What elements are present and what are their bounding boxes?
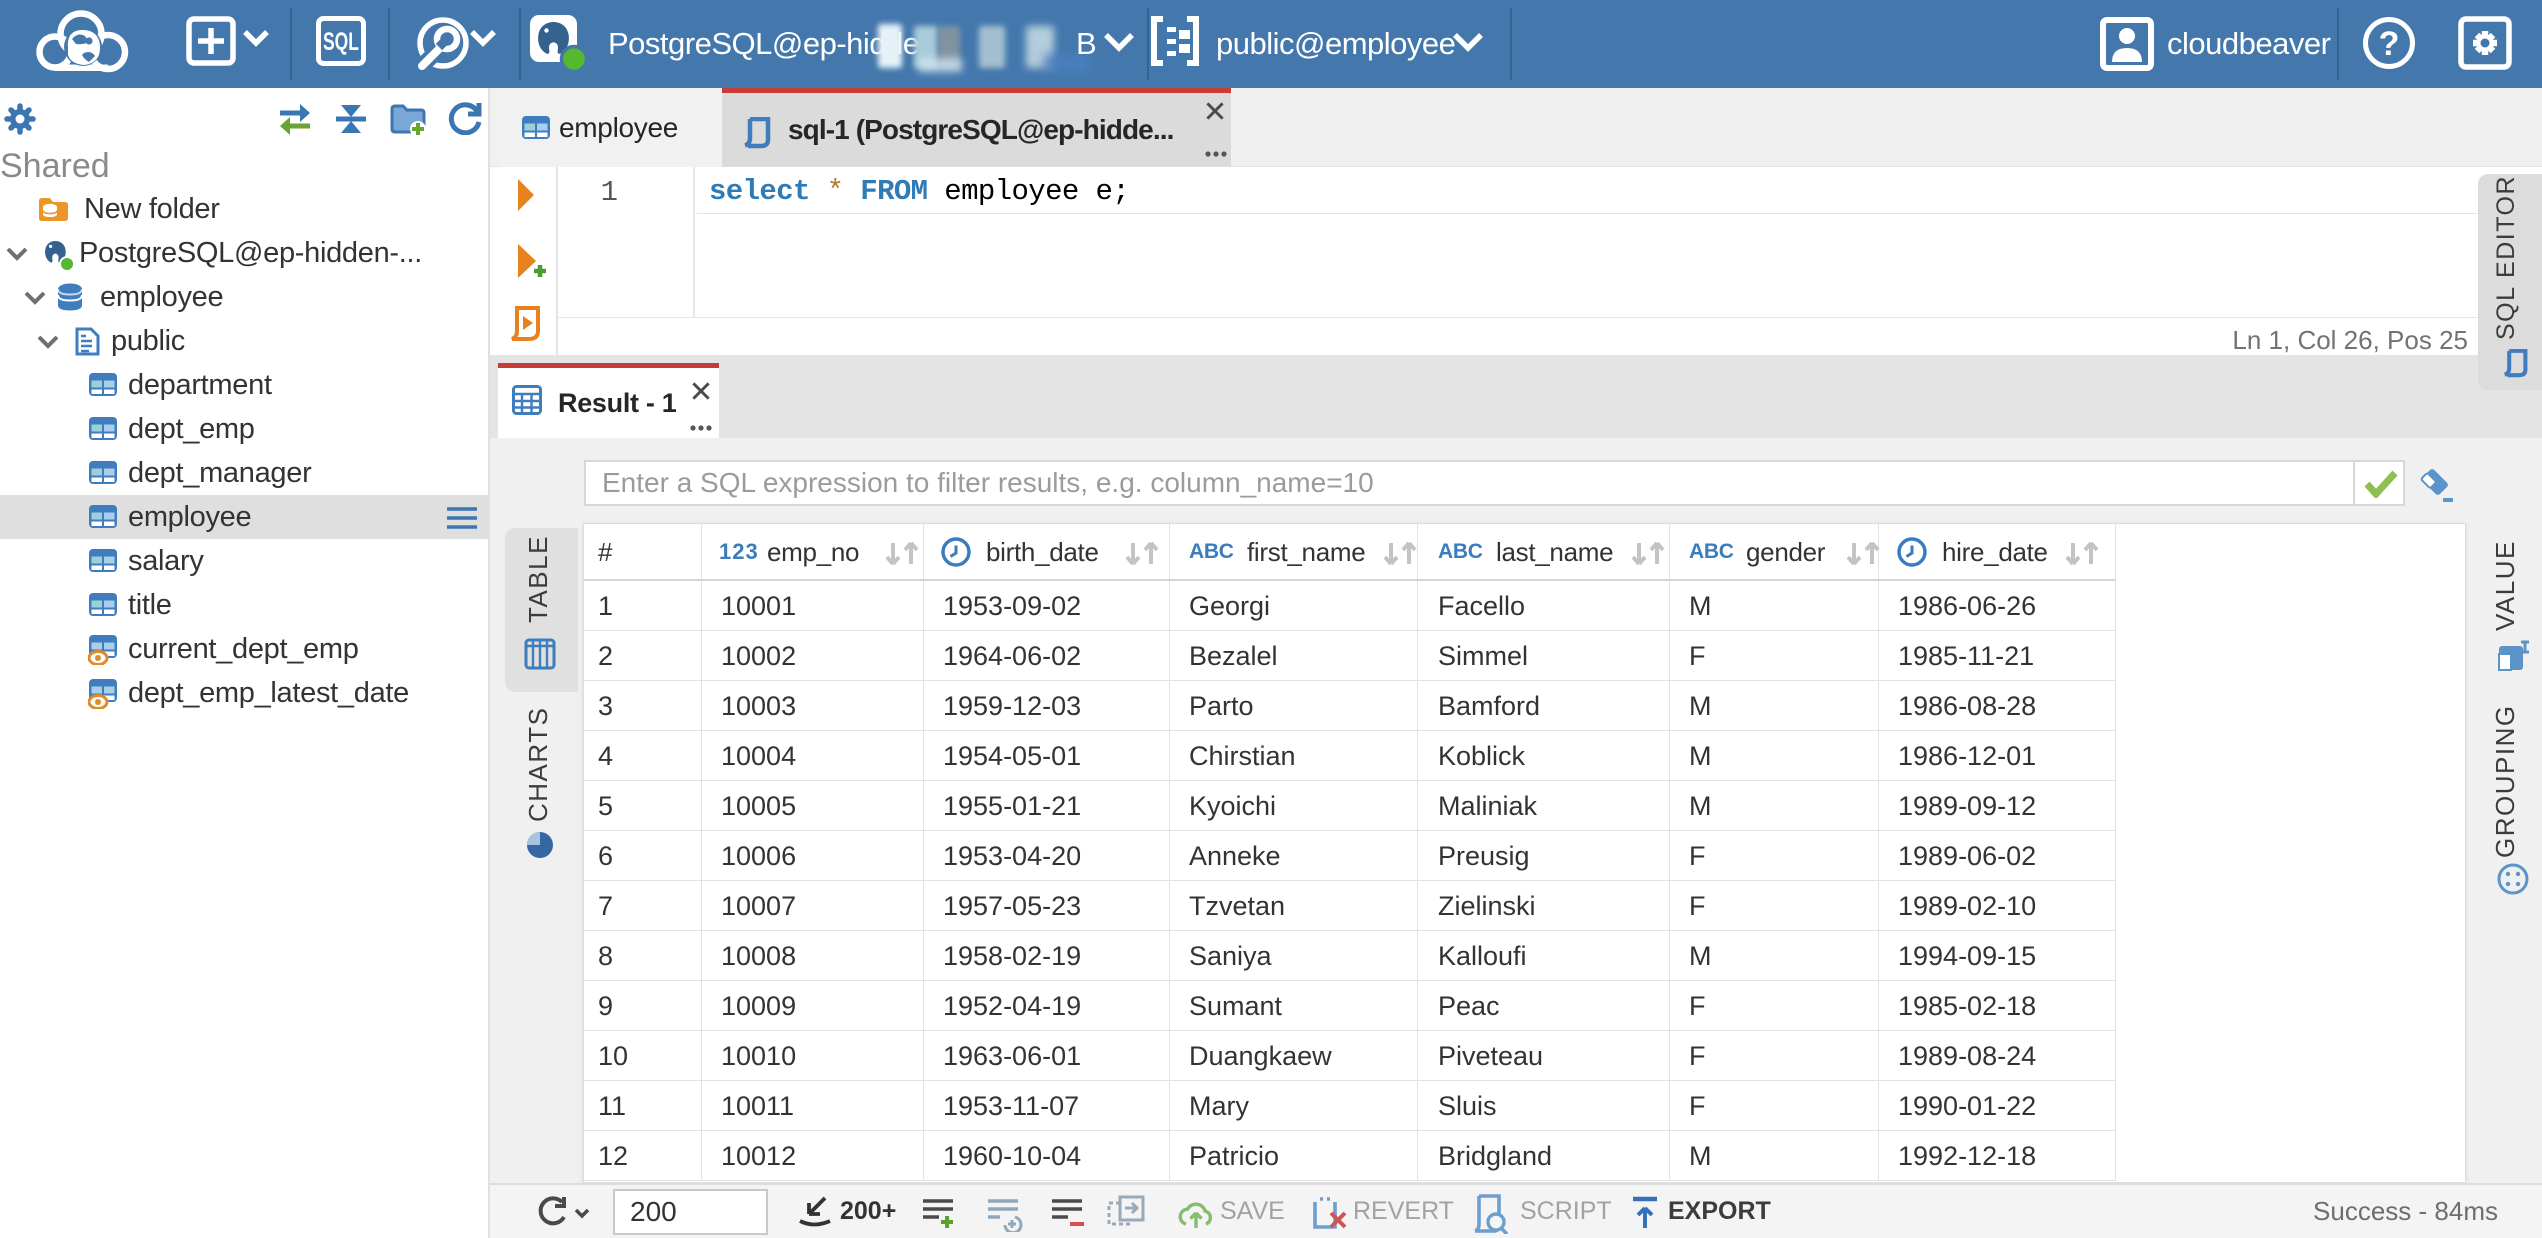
svg-text:?: ?: [2379, 25, 2400, 63]
svg-text:SQL: SQL: [323, 28, 359, 56]
